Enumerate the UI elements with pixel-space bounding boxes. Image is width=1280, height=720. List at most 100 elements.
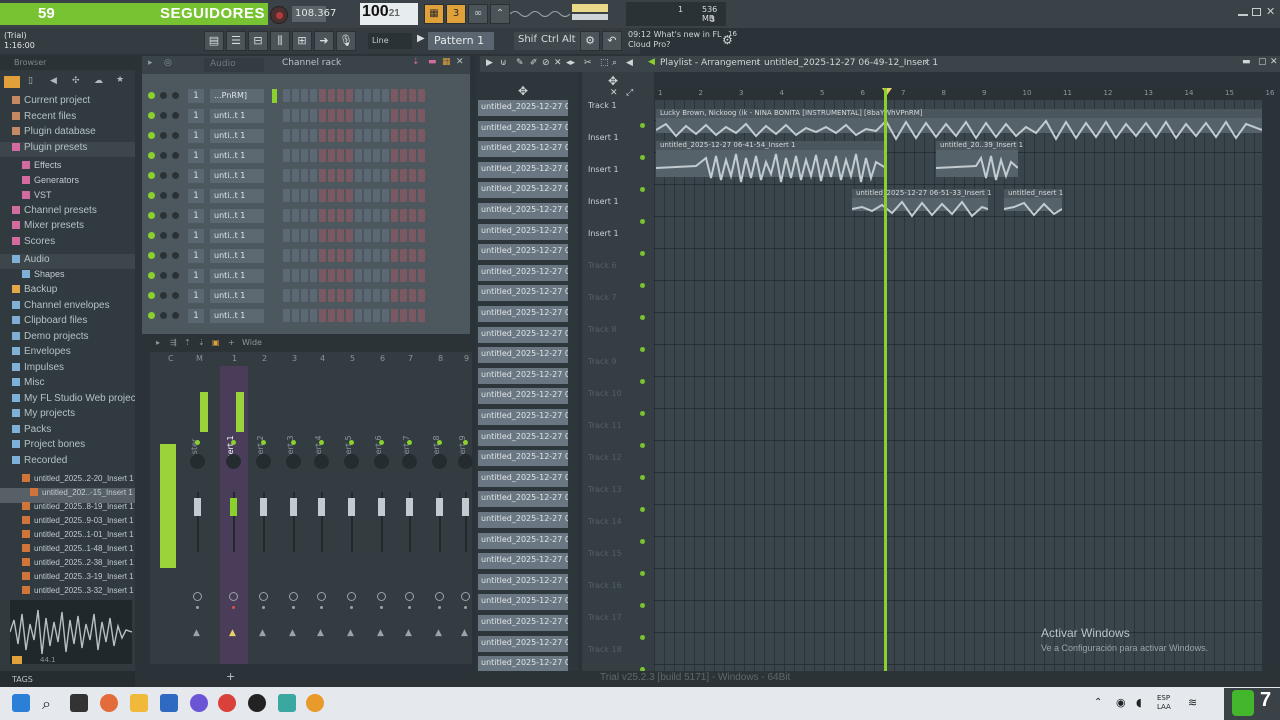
browser-item[interactable]: Recorded: [0, 455, 135, 470]
mixer-fader[interactable]: [436, 498, 443, 516]
step-button[interactable]: [328, 269, 335, 282]
step-button[interactable]: [418, 149, 425, 162]
mixer-fx-toggle[interactable]: [377, 592, 386, 601]
step-button[interactable]: [400, 109, 407, 122]
step-button[interactable]: [301, 289, 308, 302]
step-button[interactable]: [328, 289, 335, 302]
mixer-fader[interactable]: [290, 498, 297, 516]
track-enable-led[interactable]: [640, 347, 645, 352]
browser-item[interactable]: Audio: [0, 253, 135, 269]
channel-pan-knob[interactable]: [160, 92, 167, 99]
browser-item[interactable]: VST: [0, 190, 135, 205]
step-button[interactable]: [391, 269, 398, 282]
step-button[interactable]: [373, 169, 380, 182]
browser-item[interactable]: Clipboard files: [0, 315, 135, 330]
picker-move-icon[interactable]: ✥: [518, 84, 528, 98]
recorded-file-item[interactable]: untitled_2025..3-19_Insert 1: [0, 572, 135, 587]
step-button[interactable]: [328, 109, 335, 122]
mixer-route-arrow-icon[interactable]: ▲: [377, 628, 384, 638]
step-button[interactable]: [400, 129, 407, 142]
step-button[interactable]: [292, 169, 299, 182]
browser-item[interactable]: Mixer presets: [0, 220, 135, 235]
step-button[interactable]: [418, 109, 425, 122]
step-button[interactable]: [346, 289, 353, 302]
channel-mixer-track[interactable]: 1: [188, 309, 204, 323]
typing-keyboard-button[interactable]: ▦: [424, 4, 444, 24]
plugin-picker-button[interactable]: ⊞: [292, 31, 312, 51]
step-button[interactable]: [337, 109, 344, 122]
step-button[interactable]: [391, 249, 398, 262]
mixer-strip-led[interactable]: [463, 440, 468, 445]
clip-item[interactable]: untitled_2025-12-27 06-: [478, 429, 568, 446]
countdown-button[interactable]: 3: [446, 4, 466, 24]
step-button[interactable]: [301, 229, 308, 242]
channel-mixer-track[interactable]: 1: [188, 109, 204, 123]
channel-row[interactable]: 1 unti..t 1: [142, 226, 470, 246]
browser-item[interactable]: Impulses: [0, 362, 135, 377]
step-button[interactable]: [418, 289, 425, 302]
step-button[interactable]: [409, 209, 416, 222]
step-button[interactable]: [328, 89, 335, 102]
mixer-strip[interactable]: Insert 2 ▲: [252, 366, 276, 656]
rack-arrow-icon[interactable]: ▸: [148, 58, 153, 68]
playhead[interactable]: [884, 88, 887, 671]
tempo-display[interactable]: 108.367: [292, 6, 336, 22]
audio-clip-insert-3[interactable]: untitled_2025-12-27 06-51-33_Insert 1: [852, 189, 991, 218]
mixer-route-arrow-icon[interactable]: ▲: [347, 628, 354, 638]
step-button[interactable]: [382, 109, 389, 122]
step-button[interactable]: [337, 149, 344, 162]
step-button[interactable]: [346, 229, 353, 242]
step-button[interactable]: [382, 269, 389, 282]
step-button[interactable]: [283, 269, 290, 282]
step-button[interactable]: [382, 229, 389, 242]
mixer-route-arrow-icon[interactable]: ▲: [405, 628, 412, 638]
clip-item[interactable]: untitled_2025-12-27 06-: [478, 512, 568, 528]
playlist-pencil-icon[interactable]: ✎: [516, 58, 524, 68]
track-enable-led[interactable]: [640, 571, 645, 576]
mixer-fx-toggle[interactable]: [435, 592, 444, 601]
mixer-pan-knob[interactable]: [256, 454, 271, 469]
track-enable-led[interactable]: [640, 155, 645, 160]
mixer-add-track-icon[interactable]: +: [226, 670, 235, 683]
step-button[interactable]: [319, 249, 326, 262]
step-button[interactable]: [382, 149, 389, 162]
mixer-route-arrow-icon[interactable]: ▲: [259, 628, 266, 638]
step-button[interactable]: [337, 129, 344, 142]
track-label[interactable]: Track 16: [588, 581, 622, 590]
step-button[interactable]: [337, 169, 344, 182]
browser-item[interactable]: My projects: [0, 408, 135, 423]
channel-row[interactable]: 1 ...PnRM]: [142, 86, 470, 106]
clip-item[interactable]: untitled_2025-12-27 06-: [478, 470, 568, 487]
channel-mixer-track[interactable]: 1: [188, 289, 204, 303]
step-button[interactable]: [409, 109, 416, 122]
recorded-file-item[interactable]: untitled_2025..8-19_Insert 1: [0, 502, 135, 517]
channel-volume-knob[interactable]: [172, 92, 179, 99]
browser-view-button[interactable]: ➜: [314, 31, 334, 51]
step-button[interactable]: [418, 169, 425, 182]
piano-roll-view-button[interactable]: ☰: [226, 31, 246, 51]
browser-star-icon[interactable]: ★: [116, 75, 124, 85]
playlist-menu-icon[interactable]: ▶: [486, 58, 493, 68]
channel-pan-knob[interactable]: [160, 152, 167, 159]
track-resize-icon[interactable]: ⤢: [626, 88, 633, 98]
mixer-pan-knob[interactable]: [344, 454, 359, 469]
mixer-record-led[interactable]: [350, 606, 353, 609]
clip-item[interactable]: untitled_2025-12-27 06-: [478, 285, 568, 302]
preview-play-icon[interactable]: [12, 656, 22, 664]
playlist-select-icon[interactable]: ⬚: [600, 58, 609, 68]
mixer-fx-toggle[interactable]: [347, 592, 356, 601]
browser-item[interactable]: Shapes: [0, 269, 135, 284]
step-button[interactable]: [283, 309, 290, 322]
step-button[interactable]: [337, 189, 344, 202]
step-button[interactable]: [283, 129, 290, 142]
mixer-strip[interactable]: Insert 9 ▲: [454, 366, 478, 656]
step-button[interactable]: [364, 149, 371, 162]
alt-key-button[interactable]: Alt: [558, 32, 580, 50]
clip-item[interactable]: untitled_2025-12-27 06-: [478, 450, 568, 467]
step-button[interactable]: [319, 209, 326, 222]
channel-row[interactable]: 1 unti..t 1: [142, 246, 470, 266]
mixer-pan-knob[interactable]: [314, 454, 329, 469]
step-button[interactable]: [418, 209, 425, 222]
step-button[interactable]: [409, 269, 416, 282]
channel-name-button[interactable]: unti..t 1: [210, 149, 264, 163]
